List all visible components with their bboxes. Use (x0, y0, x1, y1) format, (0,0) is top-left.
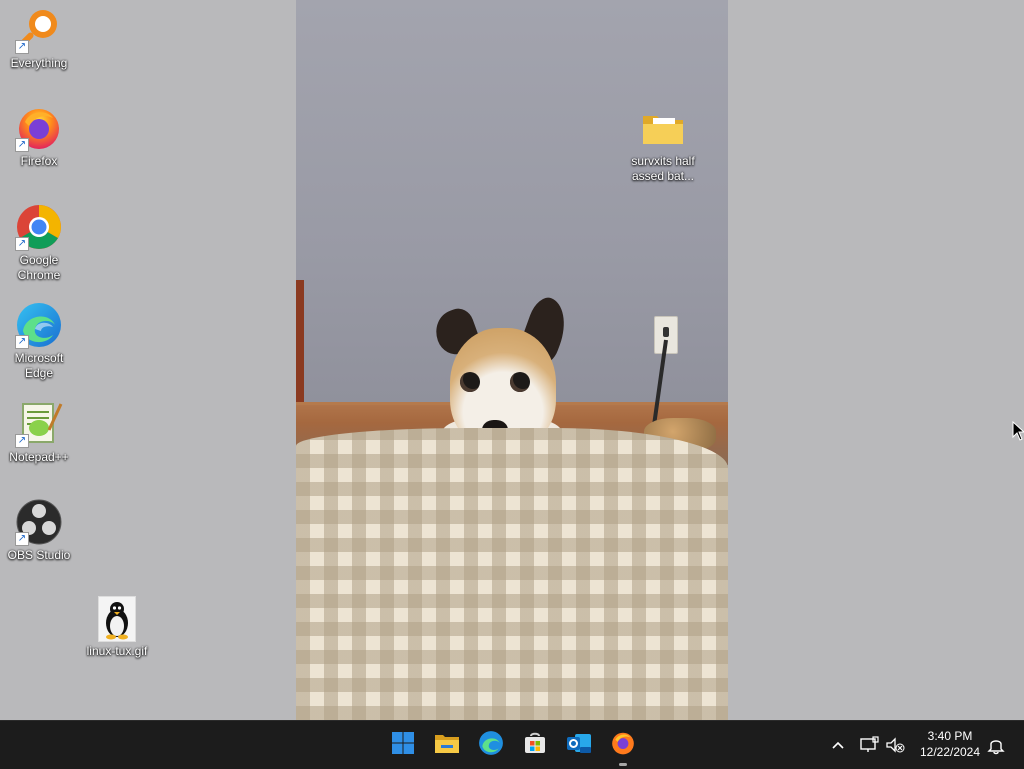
taskbar-edge-button[interactable] (475, 729, 507, 761)
shortcut-arrow-icon: ↗ (15, 40, 29, 54)
volume-muted-icon[interactable] (884, 735, 906, 755)
shortcut-arrow-icon: ↗ (15, 532, 29, 546)
firefox-icon: ↗ (15, 104, 63, 152)
desktop-icon-label: OBS Studio (7, 548, 71, 562)
tray-clock[interactable]: 3:40 PM 12/22/2024 (912, 728, 988, 760)
desktop-icon-obs-studio[interactable]: ↗ OBS Studio (1, 498, 77, 563)
store-icon (523, 731, 547, 760)
windows-start-icon (391, 731, 415, 760)
obs-icon: ↗ (15, 498, 63, 546)
desktop-icon-label: Everything (10, 56, 68, 70)
taskbar-file-explorer-button[interactable] (431, 729, 463, 761)
desktop-icon-label: Google Chrome (17, 253, 61, 282)
desktop-icon-label: linux-tux.gif (86, 644, 148, 658)
desktop-icon-folder[interactable]: survxits half assed bat... (625, 104, 701, 184)
shortcut-arrow-icon: ↗ (15, 237, 29, 251)
file-explorer-icon (434, 731, 460, 760)
desktop-icon-notepad-plus-plus[interactable]: ↗ Notepad++ (1, 400, 77, 465)
folder-icon (639, 104, 687, 152)
notification-bell-icon[interactable] (986, 735, 1006, 755)
everything-search-icon: ↗ (15, 6, 63, 54)
chrome-icon: ↗ (15, 203, 63, 251)
desktop-icon-everything[interactable]: ↗ Everything (1, 6, 77, 71)
desktop-icon-firefox[interactable]: ↗ Firefox (1, 104, 77, 169)
desktop-icon-label: survxits half assed bat... (631, 154, 695, 183)
outlook-icon (566, 731, 592, 760)
tux-penguin-icon (98, 596, 136, 642)
desktop-icon-label: Notepad++ (9, 450, 69, 464)
firefox-icon (610, 730, 636, 761)
desktop-icon-label: Microsoft Edge (14, 351, 64, 380)
desktop-icon-label: Firefox (20, 154, 58, 168)
taskbar-store-button[interactable] (519, 729, 551, 761)
shortcut-arrow-icon: ↗ (15, 138, 29, 152)
desktop-icon-google-chrome[interactable]: ↗ Google Chrome (1, 203, 77, 283)
desktop: ↗ Everything ↗ Firefox ↗ Google Chrome ↗… (0, 0, 1024, 720)
edge-icon (478, 730, 504, 761)
checkered-blanket (296, 428, 728, 720)
taskbar-start-button[interactable] (387, 729, 419, 761)
shortcut-arrow-icon: ↗ (15, 335, 29, 349)
clock-date: 12/22/2024 (919, 745, 981, 759)
clock-time: 3:40 PM (927, 729, 973, 743)
taskbar-firefox-button[interactable] (607, 729, 639, 766)
notepad-plus-plus-icon: ↗ (15, 400, 63, 448)
tray-overflow-chevron-icon[interactable] (828, 735, 848, 755)
desktop-icon-microsoft-edge[interactable]: ↗ Microsoft Edge (1, 301, 77, 381)
taskbar: 3:40 PM 12/22/2024 (0, 720, 1024, 769)
network-display-icon[interactable] (859, 735, 881, 755)
shortcut-arrow-icon: ↗ (15, 434, 29, 448)
taskbar-outlook-button[interactable] (563, 729, 595, 761)
edge-icon: ↗ (15, 301, 63, 349)
desktop-icon-linux-tux-gif[interactable]: linux-tux.gif (79, 596, 155, 659)
